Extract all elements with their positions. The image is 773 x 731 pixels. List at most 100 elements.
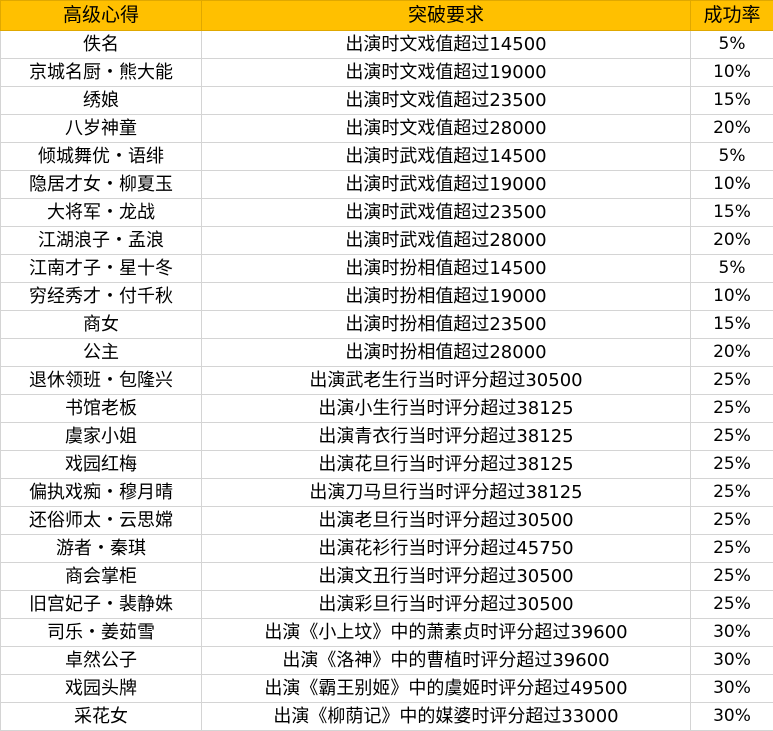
name-cell[interactable]: 商会掌柜 [1, 563, 202, 591]
name-cell[interactable]: 佚名 [1, 31, 202, 59]
name-cell[interactable]: 江南才子・星十冬 [1, 255, 202, 283]
requirement-cell[interactable]: 出演时武戏值超过28000 [202, 227, 691, 255]
name-cell[interactable]: 卓然公子 [1, 647, 202, 675]
rate-cell[interactable]: 30% [691, 647, 773, 675]
rate-cell[interactable]: 10% [691, 171, 773, 199]
requirement-cell[interactable]: 出演小生行当时评分超过38125 [202, 395, 691, 423]
table-row: 旧宫妃子・裴静姝出演彩旦行当时评分超过3050025% [1, 591, 773, 619]
table-row: 公主出演时扮相值超过2800020% [1, 339, 773, 367]
spreadsheet-table: 高级心得 突破要求 成功率 佚名出演时文戏值超过145005%京城名厨・熊大能出… [0, 0, 773, 731]
rate-cell[interactable]: 5% [691, 31, 773, 59]
requirement-cell[interactable]: 出演时文戏值超过14500 [202, 31, 691, 59]
table-row: 佚名出演时文戏值超过145005% [1, 31, 773, 59]
rate-cell[interactable]: 25% [691, 367, 773, 395]
name-cell[interactable]: 戏园头牌 [1, 675, 202, 703]
requirement-cell[interactable]: 出演文丑行当时评分超过30500 [202, 563, 691, 591]
rate-cell[interactable]: 30% [691, 675, 773, 703]
table-row: 采花女出演《柳荫记》中的媒婆时评分超过3300030% [1, 703, 773, 731]
rate-cell[interactable]: 10% [691, 59, 773, 87]
header-rate-cell[interactable]: 成功率 [691, 1, 773, 31]
requirement-cell[interactable]: 出演时武戏值超过14500 [202, 143, 691, 171]
requirement-cell[interactable]: 出演老旦行当时评分超过30500 [202, 507, 691, 535]
rate-cell[interactable]: 15% [691, 87, 773, 115]
name-cell[interactable]: 采花女 [1, 703, 202, 731]
rate-cell[interactable]: 25% [691, 451, 773, 479]
requirement-cell[interactable]: 出演时文戏值超过23500 [202, 87, 691, 115]
name-cell[interactable]: 旧宫妃子・裴静姝 [1, 591, 202, 619]
name-cell[interactable]: 偏执戏痴・穆月晴 [1, 479, 202, 507]
table-row: 大将军・龙战出演时武戏值超过2350015% [1, 199, 773, 227]
table-row: 游者・秦琪出演花衫行当时评分超过4575025% [1, 535, 773, 563]
table-row: 司乐・姜茹雪出演《小上坟》中的萧素贞时评分超过3960030% [1, 619, 773, 647]
rate-cell[interactable]: 25% [691, 535, 773, 563]
rate-cell[interactable]: 25% [691, 507, 773, 535]
name-cell[interactable]: 倾城舞优・语绯 [1, 143, 202, 171]
requirement-cell[interactable]: 出演时武戏值超过23500 [202, 199, 691, 227]
name-cell[interactable]: 绣娘 [1, 87, 202, 115]
name-cell[interactable]: 公主 [1, 339, 202, 367]
requirement-cell[interactable]: 出演《小上坟》中的萧素贞时评分超过39600 [202, 619, 691, 647]
name-cell[interactable]: 穷经秀才・付千秋 [1, 283, 202, 311]
requirement-cell[interactable]: 出演《霸王别姬》中的虞姬时评分超过49500 [202, 675, 691, 703]
requirement-cell[interactable]: 出演时扮相值超过19000 [202, 283, 691, 311]
requirement-cell[interactable]: 出演时扮相值超过28000 [202, 339, 691, 367]
rate-cell[interactable]: 25% [691, 395, 773, 423]
name-cell[interactable]: 虞家小姐 [1, 423, 202, 451]
table-row: 卓然公子出演《洛神》中的曹植时评分超过3960030% [1, 647, 773, 675]
rate-cell[interactable]: 5% [691, 143, 773, 171]
table-row: 虞家小姐出演青衣行当时评分超过3812525% [1, 423, 773, 451]
header-row: 高级心得 突破要求 成功率 [1, 1, 773, 31]
requirement-cell[interactable]: 出演时扮相值超过23500 [202, 311, 691, 339]
requirement-cell[interactable]: 出演《柳荫记》中的媒婆时评分超过33000 [202, 703, 691, 731]
rate-cell[interactable]: 10% [691, 283, 773, 311]
table-row: 绣娘出演时文戏值超过2350015% [1, 87, 773, 115]
requirement-cell[interactable]: 出演时文戏值超过28000 [202, 115, 691, 143]
requirement-cell[interactable]: 出演《洛神》中的曹植时评分超过39600 [202, 647, 691, 675]
name-cell[interactable]: 退休领班・包隆兴 [1, 367, 202, 395]
name-cell[interactable]: 隐居才女・柳夏玉 [1, 171, 202, 199]
table-row: 还俗师太・云思嫦出演老旦行当时评分超过3050025% [1, 507, 773, 535]
requirement-cell[interactable]: 出演时扮相值超过14500 [202, 255, 691, 283]
name-cell[interactable]: 书馆老板 [1, 395, 202, 423]
rate-cell[interactable]: 15% [691, 311, 773, 339]
rate-cell[interactable]: 20% [691, 339, 773, 367]
name-cell[interactable]: 京城名厨・熊大能 [1, 59, 202, 87]
name-cell[interactable]: 游者・秦琪 [1, 535, 202, 563]
table-row: 江湖浪子・孟浪出演时武戏值超过2800020% [1, 227, 773, 255]
rate-cell[interactable]: 30% [691, 703, 773, 731]
requirement-cell[interactable]: 出演时武戏值超过19000 [202, 171, 691, 199]
requirement-cell[interactable]: 出演武老生行当时评分超过30500 [202, 367, 691, 395]
requirement-cell[interactable]: 出演刀马旦行当时评分超过38125 [202, 479, 691, 507]
rate-cell[interactable]: 25% [691, 563, 773, 591]
requirement-cell[interactable]: 出演彩旦行当时评分超过30500 [202, 591, 691, 619]
requirement-cell[interactable]: 出演青衣行当时评分超过38125 [202, 423, 691, 451]
header-name-cell[interactable]: 高级心得 [1, 1, 202, 31]
table-row: 隐居才女・柳夏玉出演时武戏值超过1900010% [1, 171, 773, 199]
table-row: 书馆老板出演小生行当时评分超过3812525% [1, 395, 773, 423]
rate-cell[interactable]: 5% [691, 255, 773, 283]
name-cell[interactable]: 江湖浪子・孟浪 [1, 227, 202, 255]
rate-cell[interactable]: 15% [691, 199, 773, 227]
name-cell[interactable]: 大将军・龙战 [1, 199, 202, 227]
table-row: 倾城舞优・语绯出演时武戏值超过145005% [1, 143, 773, 171]
requirement-cell[interactable]: 出演时文戏值超过19000 [202, 59, 691, 87]
rate-cell[interactable]: 20% [691, 115, 773, 143]
name-cell[interactable]: 戏园红梅 [1, 451, 202, 479]
name-cell[interactable]: 还俗师太・云思嫦 [1, 507, 202, 535]
requirement-cell[interactable]: 出演花衫行当时评分超过45750 [202, 535, 691, 563]
rate-cell[interactable]: 20% [691, 227, 773, 255]
name-cell[interactable]: 商女 [1, 311, 202, 339]
header-requirement-cell[interactable]: 突破要求 [202, 1, 691, 31]
table-row: 江南才子・星十冬出演时扮相值超过145005% [1, 255, 773, 283]
table-row: 京城名厨・熊大能出演时文戏值超过1900010% [1, 59, 773, 87]
requirement-cell[interactable]: 出演花旦行当时评分超过38125 [202, 451, 691, 479]
name-cell[interactable]: 司乐・姜茹雪 [1, 619, 202, 647]
table-row: 戏园红梅出演花旦行当时评分超过3812525% [1, 451, 773, 479]
table-row: 偏执戏痴・穆月晴出演刀马旦行当时评分超过3812525% [1, 479, 773, 507]
table-row: 退休领班・包隆兴出演武老生行当时评分超过3050025% [1, 367, 773, 395]
rate-cell[interactable]: 25% [691, 591, 773, 619]
rate-cell[interactable]: 25% [691, 423, 773, 451]
name-cell[interactable]: 八岁神童 [1, 115, 202, 143]
rate-cell[interactable]: 30% [691, 619, 773, 647]
rate-cell[interactable]: 25% [691, 479, 773, 507]
